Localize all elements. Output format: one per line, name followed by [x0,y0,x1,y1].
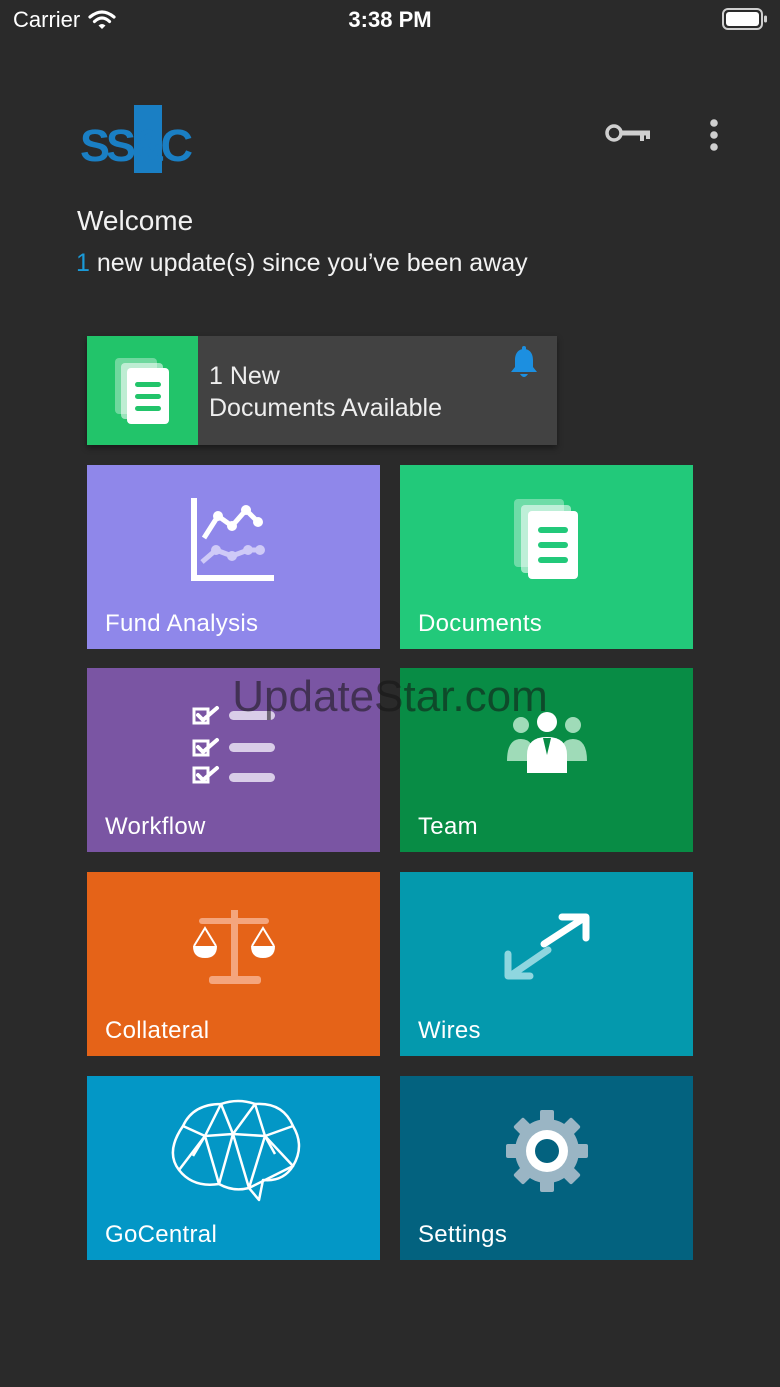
update-summary: 1 new update(s) since you’ve been away [76,249,528,278]
wifi-icon [88,10,116,29]
carrier-info: Carrier [13,7,116,33]
tile-team[interactable]: Team [400,668,693,852]
team-icon [506,712,587,773]
more-options-icon[interactable] [700,116,728,156]
documents-notification-card[interactable]: 1 New Documents Available [87,336,557,445]
tile-label: Documents [418,610,543,637]
tile-fund-analysis[interactable]: Fund Analysis [87,465,380,649]
checklist-icon [192,706,275,784]
tile-label: Wires [418,1017,481,1044]
tile-label: Collateral [105,1017,210,1044]
scale-icon [192,910,275,984]
documents-icon [114,357,169,424]
notification-text: 1 New Documents Available [209,360,442,424]
notification-count: 1 New [209,362,280,390]
logo-text: SS&C [80,120,193,171]
tile-label: GoCentral [105,1221,218,1248]
battery-icon [722,8,767,30]
tile-gocentral[interactable]: GoCentral [87,1076,380,1260]
key-icon[interactable] [604,120,652,146]
chart-icon [190,498,274,581]
carrier-name: Carrier [13,7,81,32]
bell-icon[interactable] [508,346,540,380]
tile-label: Fund Analysis [105,610,259,637]
notification-icon-box [87,336,198,445]
tile-label: Settings [418,1221,508,1248]
documents-icon [513,499,578,579]
tile-wires[interactable]: Wires [400,872,693,1056]
update-count: 1 [76,249,90,277]
transfer-arrows-icon [504,913,589,980]
ssc-logo: SS&C [80,105,197,173]
gear-icon [505,1110,588,1192]
notification-message: Documents Available [209,394,443,422]
tile-workflow[interactable]: Workflow [87,668,380,852]
status-bar: Carrier 3:38 PM [0,0,780,40]
tile-label: Team [418,813,478,840]
tile-settings[interactable]: Settings [400,1076,693,1260]
clock-time: 3:38 PM [348,7,432,32]
tile-documents[interactable]: Documents [400,465,693,649]
tile-label: Workflow [105,813,206,840]
welcome-heading: Welcome [77,205,194,236]
brain-icon [171,1099,300,1202]
tile-collateral[interactable]: Collateral [87,872,380,1056]
update-text: new update(s) since you’ve been away [89,249,528,277]
